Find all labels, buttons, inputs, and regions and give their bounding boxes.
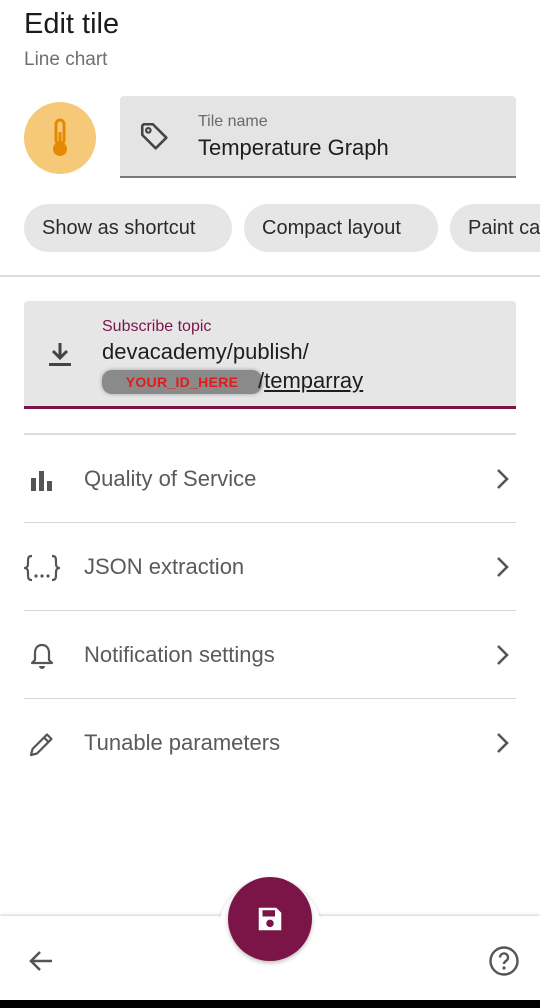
setting-quality-of-service[interactable]: Quality of Service	[24, 435, 516, 523]
chevron-right-icon	[497, 645, 509, 665]
braces-icon	[24, 554, 60, 582]
setting-json-extraction[interactable]: JSON extraction	[24, 523, 516, 611]
setting-notification-settings[interactable]: Notification settings	[24, 611, 516, 699]
save-button[interactable]	[228, 877, 312, 961]
chip-compact-layout[interactable]: Compact layout	[244, 204, 438, 252]
topic-suffix-link[interactable]: temparray	[264, 368, 363, 393]
subscribe-topic-field[interactable]: Subscribe topic devacademy/publish/ YOUR…	[24, 301, 516, 409]
setting-tunable-parameters[interactable]: Tunable parameters	[24, 699, 516, 787]
chip-row: Show as shortcut Compact layout Paint ca	[0, 0, 540, 300]
setting-label: JSON extraction	[84, 554, 245, 579]
help-icon[interactable]	[488, 945, 520, 977]
setting-label: Quality of Service	[84, 466, 257, 491]
download-icon	[49, 343, 71, 366]
bar-chart-icon	[31, 471, 52, 491]
save-icon	[258, 907, 282, 931]
chip-show-as-shortcut[interactable]: Show as shortcut	[24, 204, 232, 252]
subscribe-topic-value: devacademy/publish/	[102, 339, 309, 364]
bell-icon	[30, 643, 54, 669]
topic-suffix: /temparray	[258, 368, 363, 394]
setting-label: Tunable parameters	[84, 730, 281, 755]
back-arrow-icon[interactable]	[26, 946, 56, 976]
subscribe-topic-label: Subscribe topic	[102, 318, 212, 335]
divider	[0, 275, 540, 277]
chip-paint-card[interactable]: Paint ca	[450, 204, 540, 252]
pencil-icon	[29, 733, 53, 757]
chevron-right-icon	[497, 469, 509, 489]
system-nav-strip	[0, 1000, 540, 1008]
chevron-right-icon	[497, 733, 509, 753]
redacted-id-box: YOUR_ID_HERE	[102, 370, 262, 394]
setting-label: Notification settings	[84, 642, 275, 667]
redacted-id-placeholder: YOUR_ID_HERE	[125, 374, 239, 390]
chevron-right-icon	[497, 557, 509, 577]
